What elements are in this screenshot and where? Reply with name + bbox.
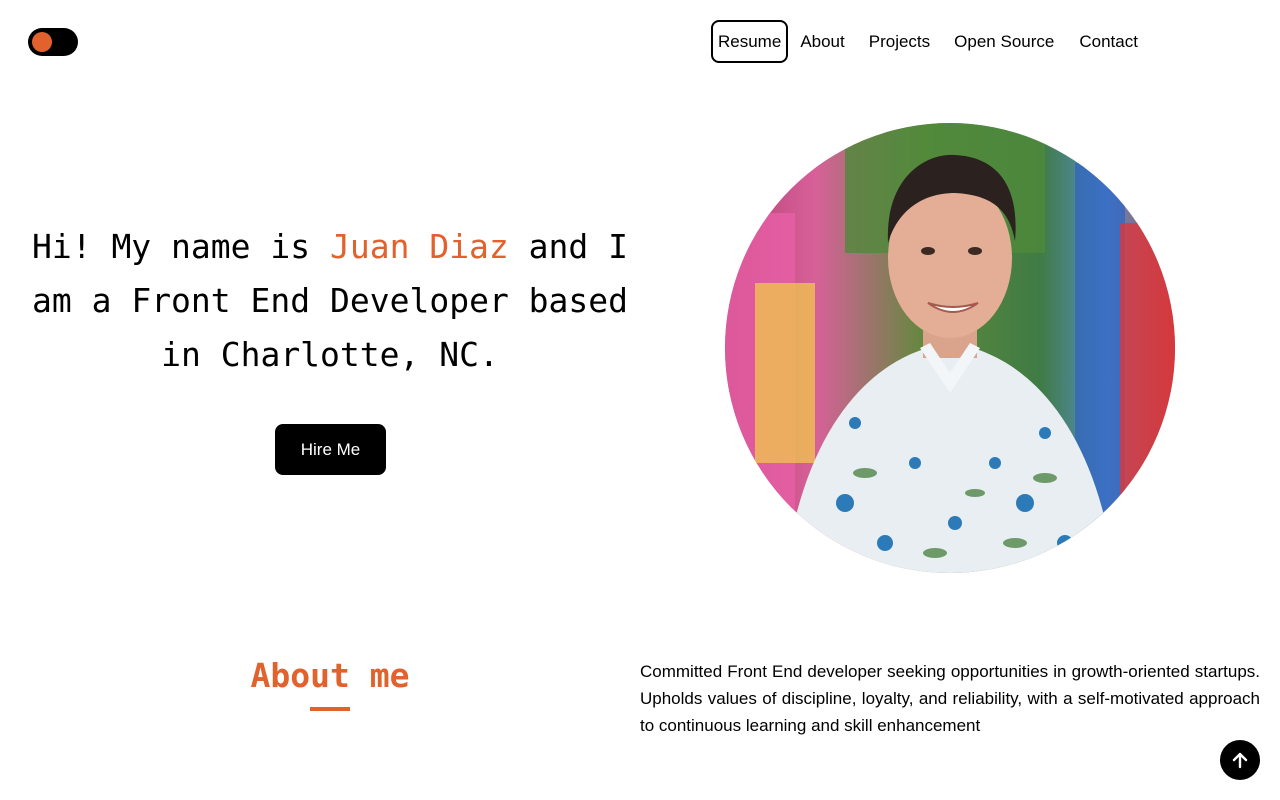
arrow-up-icon <box>1232 752 1248 769</box>
about-title-underline <box>310 707 350 711</box>
nav-contact-link[interactable]: Contact <box>1079 32 1138 52</box>
nav-open-source-link[interactable]: Open Source <box>954 32 1054 52</box>
scroll-to-top-button[interactable] <box>1220 740 1260 780</box>
hero-heading: Hi! My name is Juan Diaz and I am a Fron… <box>20 220 640 382</box>
hero-intro: Hi! My name is <box>31 227 330 266</box>
hero-name: Juan Diaz <box>329 227 509 266</box>
hire-me-button[interactable]: Hire Me <box>275 424 386 475</box>
nav-resume-link[interactable]: Resume <box>711 20 789 63</box>
theme-toggle-knob <box>32 32 52 52</box>
profile-photo-illustration <box>725 123 1175 573</box>
about-title: About me <box>250 656 410 695</box>
theme-toggle[interactable] <box>28 28 78 56</box>
main-nav: Resume About Projects Open Source Contac… <box>711 20 1138 63</box>
nav-about-link[interactable]: About <box>800 32 844 52</box>
profile-photo <box>725 123 1175 573</box>
about-description: Committed Front End developer seeking op… <box>640 662 1260 735</box>
nav-projects-link[interactable]: Projects <box>869 32 930 52</box>
